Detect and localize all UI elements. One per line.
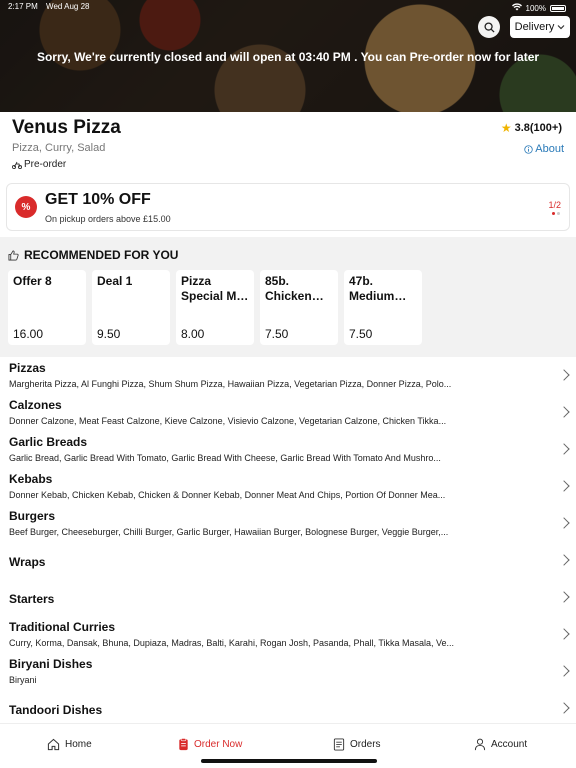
home-icon — [47, 738, 60, 751]
category-row-calzones[interactable]: Calzones Donner Calzone, Meat Feast Calz… — [0, 397, 576, 434]
category-name: Wraps — [9, 555, 46, 569]
page-dot[interactable] — [552, 212, 555, 215]
category-name: Biryani Dishes — [9, 657, 93, 671]
search-button[interactable] — [478, 16, 500, 38]
recommended-item-name: Pizza Special M… — [181, 274, 249, 303]
category-name: Pizzas — [9, 361, 46, 375]
status-date: Wed Aug 28 — [46, 2, 90, 11]
star-icon: ★ — [500, 121, 512, 135]
category-items: Margherita Pizza, Al Funghi Pizza, Shum … — [9, 379, 452, 389]
nav-account-label: Account — [491, 739, 528, 750]
delivery-mode-label: Delivery — [514, 21, 555, 33]
closed-message: Sorry, We're currently closed and will o… — [36, 50, 540, 64]
offer-page-dots[interactable] — [552, 212, 560, 215]
recommended-item[interactable]: Pizza Special M… 8.00 — [176, 270, 254, 345]
category-name: Starters — [9, 592, 55, 606]
nav-order-now-label: Order Now — [194, 739, 243, 750]
category-row-biryani-dishes[interactable]: Biryani Dishes Biryani — [0, 656, 576, 693]
recommended-item-price: 7.50 — [349, 327, 373, 341]
nav-orders[interactable]: Orders — [333, 738, 381, 751]
recommended-item-price: 9.50 — [97, 327, 121, 341]
category-row-kebabs[interactable]: Kebabs Donner Kebab, Chicken Kebab, Chic… — [0, 471, 576, 508]
category-row-wraps[interactable]: Wraps — [0, 545, 576, 582]
category-name: Burgers — [9, 509, 56, 523]
category-name: Kebabs — [9, 472, 53, 486]
category-row-pizzas[interactable]: Pizzas Margherita Pizza, Al Funghi Pizza… — [0, 360, 576, 397]
recommended-item[interactable]: Deal 1 9.50 — [92, 270, 170, 345]
category-items: Beef Burger, Cheeseburger, Chilli Burger… — [9, 527, 449, 537]
recommended-item-price: 8.00 — [181, 327, 205, 341]
info-icon — [524, 144, 533, 154]
preorder-label: Pre-order — [24, 159, 67, 170]
about-link[interactable]: About — [524, 143, 564, 155]
recommended-item-price: 16.00 — [13, 327, 44, 341]
discount-badge-icon: % — [15, 196, 37, 218]
chevron-down-icon — [557, 25, 565, 30]
restaurant-name: Venus Pizza — [12, 117, 121, 138]
category-name: Garlic Breads — [9, 435, 88, 449]
user-icon — [474, 738, 486, 751]
status-bar: 2:17 PM Wed Aug 28 100% — [8, 2, 566, 14]
category-items: Donner Calzone, Meat Feast Calzone, Kiev… — [9, 416, 447, 426]
rating-value: 3.8(100+) — [514, 122, 562, 134]
receipt-icon — [333, 738, 345, 751]
about-label: About — [535, 143, 564, 155]
offer-card[interactable]: % GET 10% OFF On pickup orders above £15… — [6, 183, 570, 231]
recommended-item[interactable]: Offer 8 16.00 — [8, 270, 86, 345]
category-row-garlic-breads[interactable]: Garlic Breads Garlic Bread, Garlic Bread… — [0, 434, 576, 471]
battery-icon — [550, 4, 566, 12]
recommended-item-name: 85b. Chicken K… — [265, 274, 312, 306]
recommended-item[interactable]: 47b. Medium… 7.50 — [344, 270, 422, 345]
category-items: Donner Kebab, Chicken Kebab, Chicken & D… — [9, 490, 446, 500]
status-time: 2:17 PM — [8, 2, 38, 11]
home-indicator[interactable] — [201, 759, 377, 763]
search-icon — [483, 21, 495, 33]
nav-account[interactable]: Account — [474, 738, 527, 751]
category-row-traditional-curries[interactable]: Traditional Curries Curry, Korma, Dansak… — [0, 619, 576, 656]
battery-percent: 100% — [525, 3, 546, 13]
recommended-item-name: 47b. Medium… — [349, 274, 407, 303]
category-items: Garlic Bread, Garlic Bread With Tomato, … — [9, 453, 441, 463]
recommended-item-name: Offer 8 — [13, 274, 52, 288]
recommended-item[interactable]: 85b. Chicken K… 7.50 — [260, 270, 338, 345]
category-row-burgers[interactable]: Burgers Beef Burger, Cheeseburger, Chill… — [0, 508, 576, 545]
order-icon — [179, 738, 188, 751]
nav-home[interactable]: Home — [47, 738, 92, 751]
offer-subtitle: On pickup orders above £15.00 — [45, 214, 171, 224]
nav-orders-label: Orders — [350, 739, 381, 750]
category-items: Curry, Korma, Dansak, Bhuna, Dupiaza, Ma… — [9, 638, 455, 648]
restaurant-rating[interactable]: ★ 3.8(100+) — [501, 121, 562, 135]
offer-title: GET 10% OFF — [45, 191, 151, 208]
recommended-title: RECOMMENDED FOR YOU — [24, 248, 179, 262]
offer-pager: 1/2 — [548, 200, 561, 210]
category-name: Tandoori Dishes — [9, 703, 103, 717]
recommended-heading: RECOMMENDED FOR YOU — [8, 248, 178, 262]
category-list: Pizzas Margherita Pizza, Al Funghi Pizza… — [0, 360, 576, 730]
nav-home-label: Home — [65, 739, 92, 750]
thumbs-up-icon — [8, 250, 19, 260]
preorder-indicator: Pre-order — [12, 159, 66, 170]
recommended-section: RECOMMENDED FOR YOU Offer 8 16.00 Deal 1… — [0, 237, 576, 357]
nav-order-now[interactable]: Order Now — [178, 738, 242, 751]
delivery-mode-select[interactable]: Delivery — [510, 16, 570, 38]
bike-icon — [12, 161, 22, 169]
restaurant-cuisine: Pizza, Curry, Salad — [12, 142, 106, 154]
page-dot[interactable] — [557, 212, 560, 215]
recommended-item-price: 7.50 — [265, 327, 289, 341]
category-row-starters[interactable]: Starters — [0, 582, 576, 619]
recommended-item-name: Deal 1 — [97, 274, 133, 288]
wifi-icon — [511, 3, 522, 13]
category-items: Biryani — [9, 675, 37, 685]
category-name: Traditional Curries — [9, 620, 116, 634]
category-name: Calzones — [9, 398, 62, 412]
recommended-list: Offer 8 16.00 Deal 1 9.50 Pizza Special … — [8, 270, 422, 345]
